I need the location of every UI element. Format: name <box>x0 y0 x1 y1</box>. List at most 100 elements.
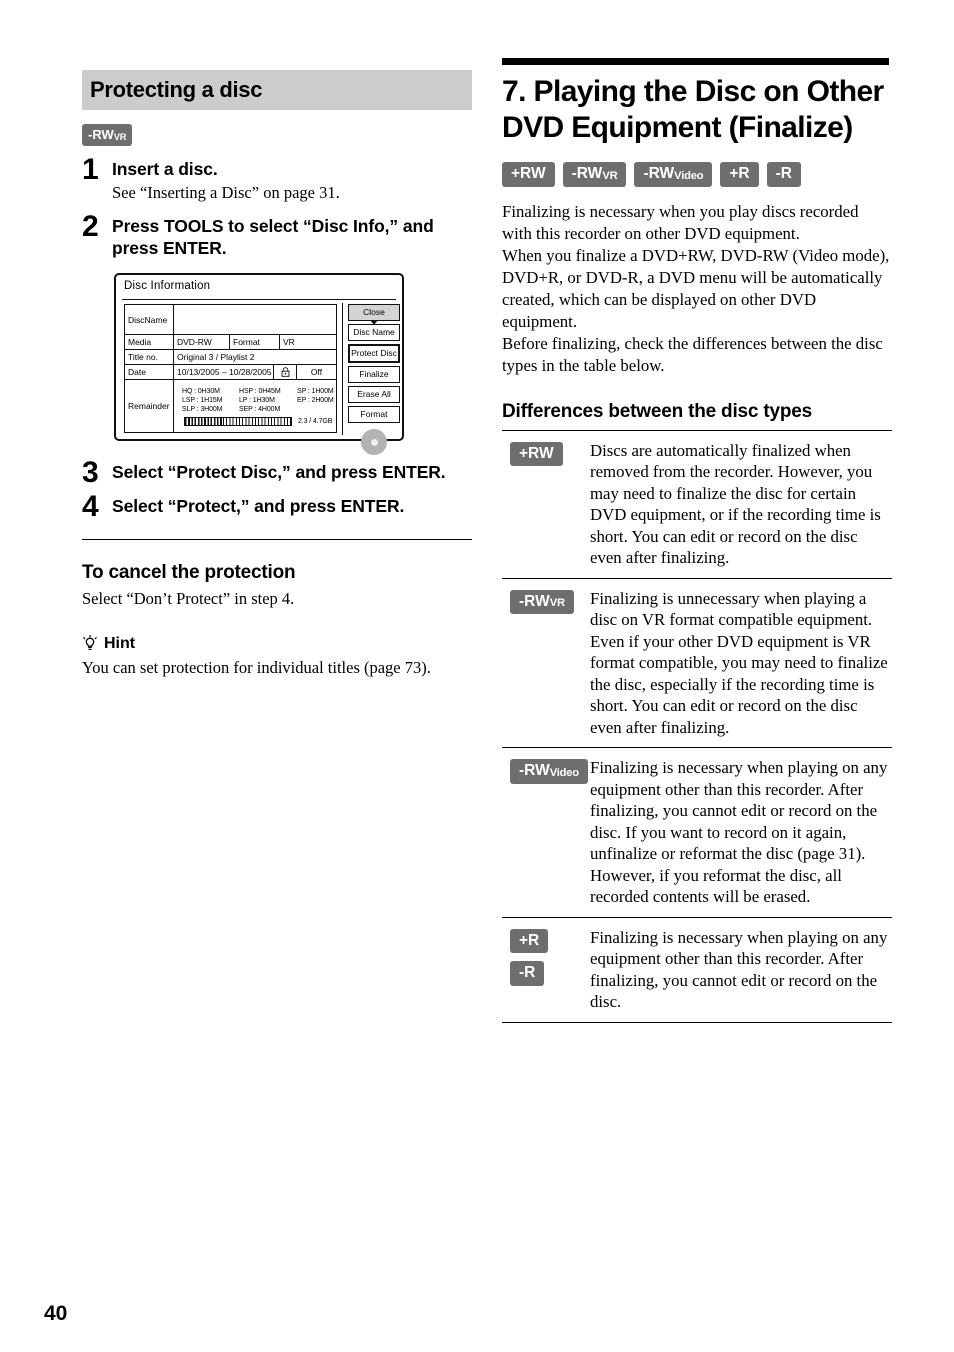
discname-label: DiscName <box>128 314 168 325</box>
step-subtext: See “Inserting a Disc” on page 31. <box>112 183 340 203</box>
remainder-mode-grid: HQ : 0H30M HSP : 0H45M SP : 1H00M LSP : … <box>177 383 336 429</box>
row-description: Finalizing is necessary when playing on … <box>590 927 888 1012</box>
subsection-cancel-protection-heading: To cancel the protection <box>82 562 296 584</box>
remainder-mode-line: HQ : 0H30M HSP : 0H45M SP : 1H00M <box>182 387 334 396</box>
capacity-bar-free <box>223 418 291 426</box>
title-no-label: Title no. <box>128 352 158 363</box>
date-value: 10/13/2005 – 10/28/2005 <box>173 365 273 380</box>
badge-main-text: -RW <box>643 165 675 182</box>
table-row: -RWVR Finalizing is unnecessary when pla… <box>502 579 892 748</box>
step-body: Select “Protect,” and press ENTER. <box>112 493 472 517</box>
step-number: 2 <box>82 210 99 244</box>
disc-badge-minus-r: -R <box>510 961 545 986</box>
media-label: Media <box>128 337 152 348</box>
remainder-mode-line: LSP : 1H15M LP : 1H30M EP : 2H00M <box>182 396 334 405</box>
step-1: 1 Insert a disc. See “Inserting a Disc” … <box>82 155 472 203</box>
row-disc-badges: +R -R <box>502 927 590 1013</box>
step-title: Press TOOLS to select “Disc Info,” and p… <box>112 216 434 259</box>
mode-lsp: LSP : 1H15M <box>182 397 223 405</box>
row-description: Finalizing is necessary when playing on … <box>590 758 888 906</box>
disc-information-screen-figure: Disc Information DiscName Media DVD-RW F… <box>114 273 404 456</box>
discname-value[interactable] <box>173 305 336 335</box>
disc-badge-rw-video: -RWVideo <box>510 759 588 784</box>
table-row: +RW Discs are automatically finalized wh… <box>502 431 892 579</box>
steps-3-and-4: 3 Select “Protect Disc,” and press ENTER… <box>82 458 472 524</box>
row-disc-badges: -RWVideo <box>502 757 590 908</box>
disc-info-button-list: Close Disc Name Protect Disc Finalize Er… <box>348 304 400 456</box>
disc-info-button-erase-all[interactable]: Erase All <box>348 386 400 404</box>
disc-info-button-disc-name[interactable]: Disc Name <box>348 324 400 342</box>
disc-info-row-title-no: Title no. Original 3 / Playlist 2 <box>124 349 337 365</box>
padlock-icon <box>273 365 296 380</box>
disc-badge-rw-vr: -RWVR <box>510 589 574 614</box>
differences-table: +RW Discs are automatically finalized wh… <box>502 429 892 1023</box>
disc-info-row-discname: DiscName <box>124 304 337 335</box>
capacity-text: 2.3 / 4.7GB <box>298 418 333 426</box>
lightbulb-icon <box>82 635 98 653</box>
mode-empty <box>297 405 334 414</box>
capacity-bar-line: 2.3 / 4.7GB <box>182 417 334 427</box>
hint-block: Hint You can set protection for individu… <box>82 635 472 678</box>
capacity-bar-used <box>185 418 224 426</box>
mode-lp: LP : 1H30M <box>239 397 275 405</box>
section-divider-rule <box>82 539 472 541</box>
document-page: Protecting a disc -RWVR 1 Insert a disc.… <box>0 0 954 1352</box>
disc-info-row-media: Media DVD-RW Format VR <box>124 334 337 350</box>
badge-main-text: +R <box>519 931 540 949</box>
table-row: -RWVideo Finalizing is necessary when pl… <box>502 748 892 918</box>
row-disc-badges: +RW <box>502 440 590 569</box>
right-column: 7. Playing the Disc on Other DVD Equipme… <box>502 58 892 1023</box>
disc-graphic-icon <box>361 429 387 456</box>
disc-badge-plus-rw: +RW <box>502 162 555 187</box>
disc-badge-rw-video: -RWVideo <box>634 162 713 187</box>
step-body: Select “Protect Disc,” and press ENTER. <box>112 459 472 483</box>
disc-info-row-remainder: Remainder HQ : 0H30M HSP : 0H45M SP : 1H… <box>124 379 337 434</box>
disc-info-button-format[interactable]: Format <box>348 406 400 424</box>
badge-main-text: +RW <box>511 165 546 182</box>
badge-sub-text: VR <box>549 597 565 610</box>
media-value: DVD-RW <box>173 335 229 350</box>
remainder-label: Remainder <box>128 401 170 412</box>
badge-main-text: +RW <box>519 444 554 462</box>
disc-info-vertical-separator <box>342 303 343 436</box>
row-disc-badges: -RWVR <box>502 588 590 739</box>
disc-info-button-finalize[interactable]: Finalize <box>348 366 400 384</box>
hint-label: Hint <box>104 635 136 653</box>
step-3: 3 Select “Protect Disc,” and press ENTER… <box>82 458 472 488</box>
badge-sub-text: VR <box>113 131 127 142</box>
badge-main-text: -RW <box>519 762 550 779</box>
chapter-title: 7. Playing the Disc on Other DVD Equipme… <box>502 75 884 144</box>
badge-sub-text: VR <box>602 169 618 182</box>
mode-sp: SP : 1H00M <box>297 388 334 396</box>
step-number: 4 <box>82 490 99 524</box>
chapter-intro-text: Finalizing is necessary when you play di… <box>502 201 892 377</box>
format-value: VR <box>279 335 336 350</box>
badge-main-text: -RW <box>571 165 603 182</box>
badge-sub-text: Video <box>674 169 704 182</box>
badge-main-text: -RW <box>88 127 114 142</box>
disc-badge-plus-rw: +RW <box>510 441 563 466</box>
chapter-disc-type-badges: +RW -RWVR -RWVideo +R -R <box>502 162 892 187</box>
hint-heading: Hint <box>82 635 472 653</box>
remainder-mode-line: SLP : 3H00M SEP : 4H00M <box>182 405 334 414</box>
disc-info-button-close[interactable]: Close <box>348 304 400 322</box>
step-title: Select “Protect Disc,” and press ENTER. <box>112 462 446 483</box>
subsection-cancel-protection-text: Select “Don’t Protect” in step 4. <box>82 589 295 609</box>
intro-paragraph-2: When you finalize a DVD+RW, DVD-RW (Vide… <box>502 245 890 331</box>
disc-badge-rw-vr: -RWVR <box>562 162 627 187</box>
disc-info-button-protect-disc[interactable]: Protect Disc <box>348 344 400 364</box>
intro-paragraph-3: Before finalizing, check the differences… <box>502 333 883 375</box>
badge-main-text: -R <box>519 964 536 981</box>
mode-hsp: HSP : 0H45M <box>239 388 281 396</box>
table-row: +R -R Finalizing is necessary when playi… <box>502 918 892 1023</box>
hint-text: You can set protection for individual ti… <box>82 658 431 678</box>
remainder-detail: HQ : 0H30M HSP : 0H45M SP : 1H00M LSP : … <box>173 380 336 433</box>
disc-badge-plus-r: +R <box>720 162 759 187</box>
page-number: 40 <box>44 1302 68 1325</box>
section-header-protecting-a-disc: Protecting a disc <box>82 70 472 110</box>
badge-main-text: -RW <box>519 592 550 610</box>
title-no-value: Original 3 / Playlist 2 <box>173 350 336 365</box>
disc-info-row-date: Date 10/13/2005 – 10/28/2005 Off <box>124 364 337 380</box>
mode-hq: HQ : 0H30M <box>182 388 220 396</box>
badge-main-text: +R <box>729 165 750 182</box>
